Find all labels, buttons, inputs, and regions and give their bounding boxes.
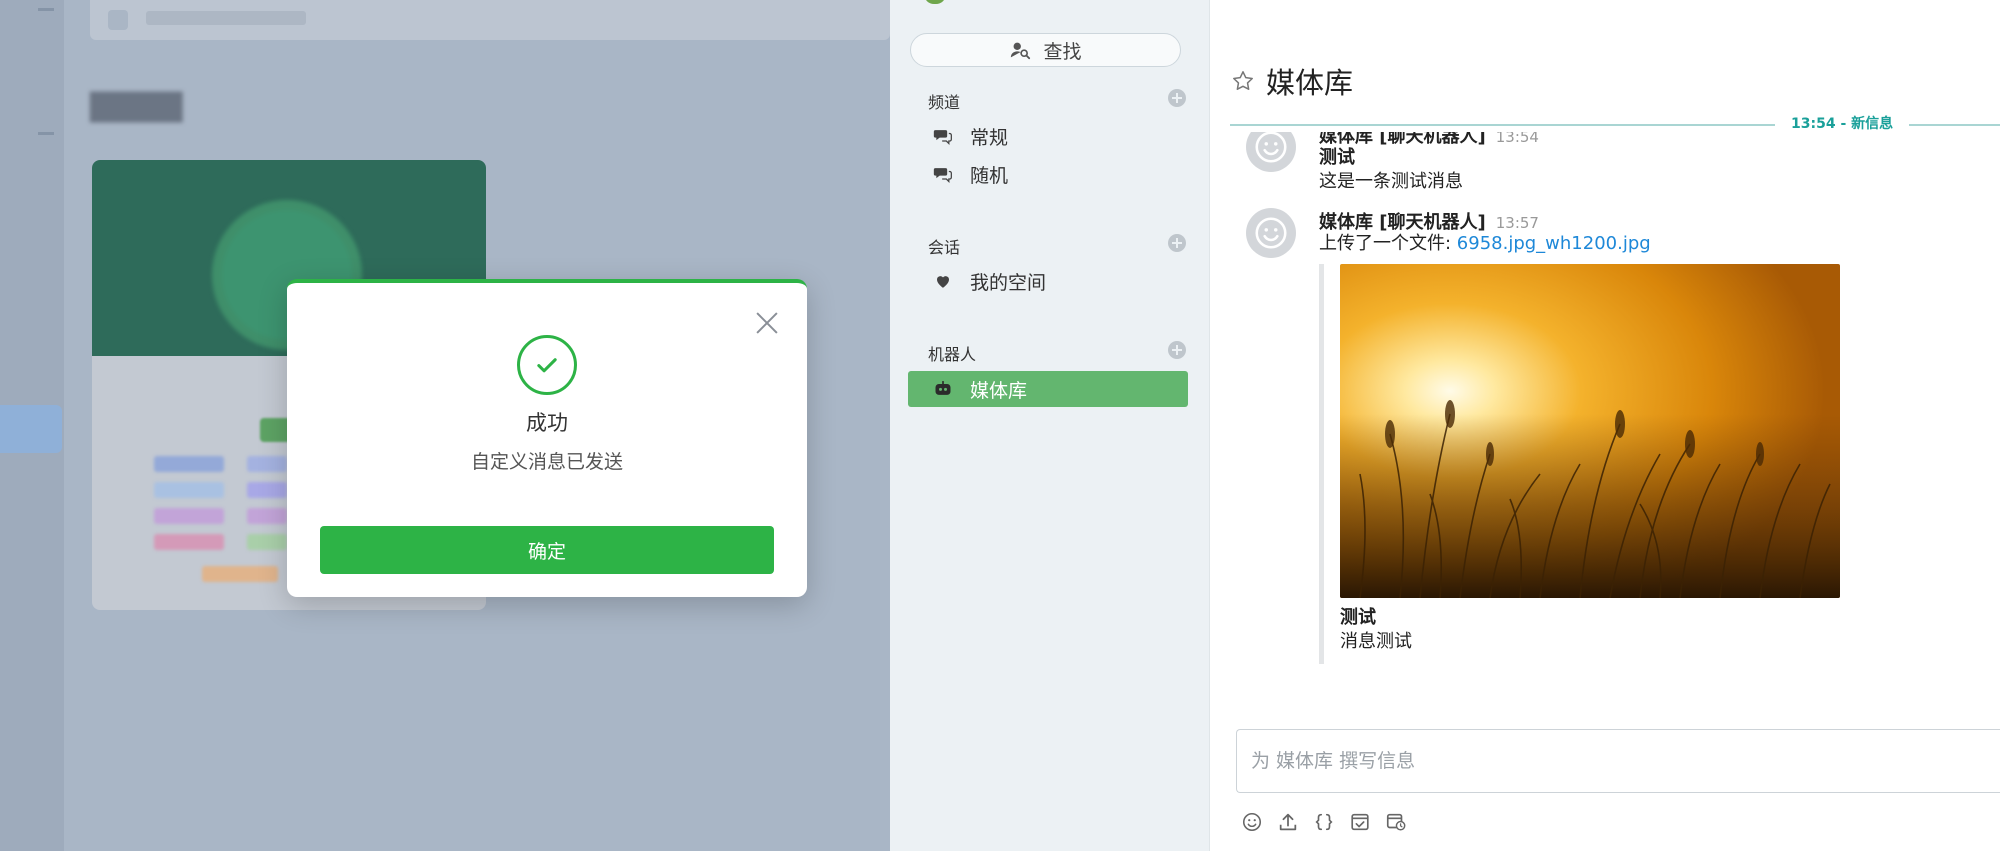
sidebar-item-general[interactable]: 常规: [908, 118, 1188, 154]
room-header: 媒体库: [1230, 60, 1353, 102]
message-text: 这是一条测试消息: [1319, 171, 1463, 192]
schedule-message-icon[interactable]: [1384, 810, 1408, 834]
attachment-description: 消息测试: [1340, 631, 1412, 652]
message-text: 上传了一个文件: 6958.jpg_wh1200.jpg: [1319, 232, 1979, 256]
composer-toolbar: [1240, 810, 1408, 834]
chat-sidebar: 查找 频道 常规 随机 会话 我的空间 机器人 媒体库: [890, 0, 1210, 851]
message-meta: 媒体库 [聊天机器人] 13:54: [1319, 132, 1979, 147]
confirm-button[interactable]: 确定: [320, 526, 774, 574]
section-title: 频道: [928, 93, 961, 112]
file-attachment: 测试 消息测试: [1319, 264, 1840, 664]
background-page-title: ▇▇▇▇: [90, 88, 183, 123]
chat-bubbles-icon: [932, 163, 954, 185]
smiley-icon: [1255, 217, 1287, 249]
section-title: 机器人: [928, 345, 977, 364]
message-title: 测试: [1319, 147, 1355, 168]
success-check-icon: [517, 335, 577, 395]
checklist-icon[interactable]: [1348, 810, 1372, 834]
add-bot-icon[interactable]: [1168, 341, 1186, 359]
section-header-channels: 频道: [928, 89, 1186, 112]
chat-bubbles-icon: [932, 125, 954, 147]
add-conversation-icon[interactable]: [1168, 234, 1186, 252]
sidebar-item-label: 我的空间: [970, 271, 1047, 294]
section-header-bots: 机器人: [928, 341, 1186, 364]
success-dialog: 成功 自定义消息已发送 确定: [287, 279, 807, 597]
message-time: 13:57: [1495, 214, 1539, 232]
search-button[interactable]: 查找: [910, 33, 1181, 67]
message-meta: 媒体库 [聊天机器人] 13:57: [1319, 208, 1979, 233]
add-channel-icon[interactable]: [1168, 89, 1186, 107]
sidebar-item-label: 常规: [970, 126, 1009, 149]
new-messages-label: 13:54 - 新信息: [1775, 113, 1910, 133]
attachment-image[interactable]: [1340, 264, 1840, 598]
room-title: 媒体库: [1266, 66, 1354, 100]
file-link[interactable]: 6958.jpg_wh1200.jpg: [1457, 233, 1651, 254]
close-icon[interactable]: [753, 309, 781, 337]
heart-icon: [932, 270, 954, 292]
chat-main-panel: 媒体库 13:54 - 新信息 媒体库 [聊天机器人] 13:54 测试 这是一条…: [1210, 32, 2000, 851]
smiley-icon: [1255, 132, 1287, 163]
message-author[interactable]: 媒体库 [聊天机器人]: [1319, 212, 1486, 233]
sidebar-item-random[interactable]: 随机: [908, 156, 1188, 192]
sidebar-item-label: 随机: [970, 164, 1009, 187]
message-composer: [1236, 729, 2000, 793]
background-nav-rail: [0, 0, 64, 851]
user-search-icon: [1011, 42, 1031, 60]
attachment-title: 测试: [1340, 607, 1376, 628]
message-author[interactable]: 媒体库 [聊天机器人]: [1319, 132, 1486, 147]
upload-text: 上传了一个文件:: [1319, 233, 1457, 254]
avatar[interactable]: [1246, 132, 1296, 172]
new-messages-divider: 13:54 - 新信息: [1230, 113, 2000, 133]
message-time: 13:54: [1495, 132, 1539, 146]
avatar[interactable]: [1246, 208, 1296, 258]
sidebar-item-media-library[interactable]: 媒体库: [908, 371, 1188, 407]
sidebar-item-label: 媒体库: [970, 379, 1028, 402]
chat-app: 查找 频道 常规 随机 会话 我的空间 机器人 媒体库 媒体库 13:54 - …: [890, 0, 2000, 851]
sidebar-item-my-space[interactable]: 我的空间: [908, 263, 1188, 299]
search-label: 查找: [1043, 40, 1082, 63]
dialog-message: 自定义消息已发送: [470, 451, 623, 473]
robot-icon: [932, 378, 954, 400]
message-list[interactable]: 媒体库 [聊天机器人] 13:54 测试 这是一条测试消息 媒体库 [聊天机器人]…: [1230, 132, 2000, 722]
section-header-conversations: 会话: [928, 234, 1186, 257]
emoji-icon[interactable]: [1240, 810, 1264, 834]
section-title: 会话: [928, 238, 961, 257]
app-logo: [924, 0, 946, 4]
background-search-bar: [90, 0, 890, 40]
dialog-title: 成功: [526, 411, 568, 435]
message-input[interactable]: [1237, 730, 2000, 792]
star-icon[interactable]: [1230, 68, 1256, 94]
code-braces-icon[interactable]: [1312, 810, 1336, 834]
upload-icon[interactable]: [1276, 810, 1300, 834]
